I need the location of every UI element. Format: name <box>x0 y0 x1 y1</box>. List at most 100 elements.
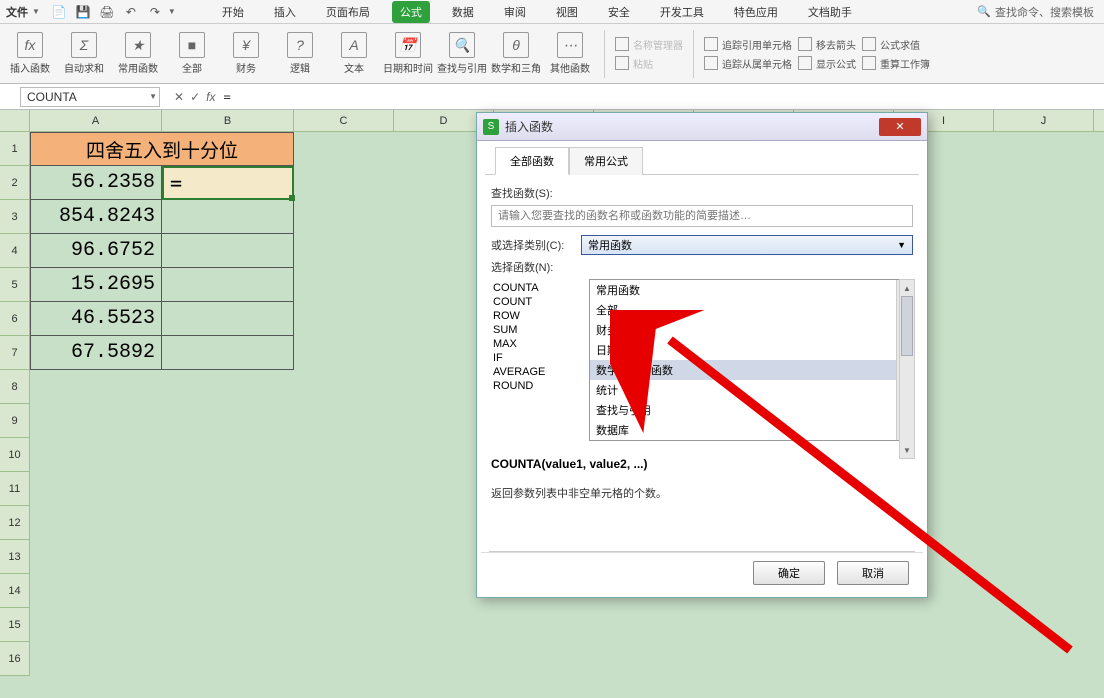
list-item[interactable]: ROW <box>491 309 581 323</box>
empty-row[interactable] <box>30 642 1104 676</box>
recent-functions-button[interactable]: ★常用函数 <box>114 26 162 82</box>
empty-row[interactable] <box>30 608 1104 642</box>
select-all-corner[interactable] <box>0 110 30 131</box>
row-header[interactable]: 6 <box>0 302 30 336</box>
new-doc-icon[interactable]: 📄 <box>51 4 67 20</box>
file-dropdown-icon[interactable]: ▼ <box>32 7 40 16</box>
list-item[interactable]: 查找与引用 <box>590 400 912 420</box>
cell-a2[interactable]: 56.2358 <box>30 166 162 200</box>
cell-a7[interactable]: 67.5892 <box>30 336 162 370</box>
tab-data[interactable]: 数据 <box>444 1 482 23</box>
autosum-button[interactable]: Σ自动求和 <box>60 26 108 82</box>
ok-button[interactable]: 确定 <box>753 561 825 585</box>
tab-security[interactable]: 安全 <box>600 1 638 23</box>
col-header-b[interactable]: B <box>162 110 294 131</box>
row-header[interactable]: 11 <box>0 472 30 506</box>
cell-b7[interactable] <box>162 336 294 370</box>
tab-formula[interactable]: 公式 <box>392 1 430 23</box>
dialog-titlebar[interactable]: S 插入函数 ✕ <box>477 113 927 141</box>
cell-a5[interactable]: 15.2695 <box>30 268 162 302</box>
more-functions-button[interactable]: ⋯其他函数 <box>546 26 594 82</box>
qat-dropdown-icon[interactable]: ▼ <box>168 7 176 16</box>
trace-dependents-button[interactable]: 追踪从属单元格 <box>704 56 792 71</box>
math-trig-button[interactable]: θ数学和三角 <box>492 26 540 82</box>
redo-icon[interactable]: ↷ <box>147 4 163 20</box>
tab-all-functions[interactable]: 全部函数 <box>495 147 569 175</box>
cell-b3[interactable] <box>162 200 294 234</box>
text-button[interactable]: A文本 <box>330 26 378 82</box>
row-header[interactable]: 3 <box>0 200 30 234</box>
list-item[interactable]: AVERAGE <box>491 365 581 379</box>
tab-dochelper[interactable]: 文档助手 <box>800 1 860 23</box>
list-item[interactable]: SUM <box>491 323 581 337</box>
undo-icon[interactable]: ↶ <box>123 4 139 20</box>
cancel-button[interactable]: 取消 <box>837 561 909 585</box>
function-list[interactable]: COUNTA COUNT ROW SUM MAX IF AVERAGE ROUN… <box>491 279 581 441</box>
enter-formula-icon[interactable]: ✓ <box>190 90 200 104</box>
formula-input[interactable]: = <box>223 90 230 104</box>
all-functions-button[interactable]: ■全部 <box>168 26 216 82</box>
list-item[interactable]: 统计 <box>590 380 912 400</box>
row-header[interactable]: 15 <box>0 608 30 642</box>
cell-b6[interactable] <box>162 302 294 336</box>
name-box-dropdown-icon[interactable]: ▼ <box>149 92 157 101</box>
recalc-button[interactable]: 重算工作簿 <box>862 56 930 71</box>
save-icon[interactable]: 💾 <box>75 4 91 20</box>
cell-b5[interactable] <box>162 268 294 302</box>
row-header[interactable]: 13 <box>0 540 30 574</box>
row-header[interactable]: 9 <box>0 404 30 438</box>
list-item[interactable]: 财务 <box>590 320 912 340</box>
row-header[interactable]: 12 <box>0 506 30 540</box>
logical-button[interactable]: ?逻辑 <box>276 26 324 82</box>
close-button[interactable]: ✕ <box>879 118 921 136</box>
scroll-thumb[interactable] <box>901 296 913 356</box>
trace-precedents-button[interactable]: 追踪引用单元格 <box>704 37 792 52</box>
col-header-c[interactable]: C <box>294 110 394 131</box>
list-item[interactable]: IF <box>491 351 581 365</box>
show-formulas-button[interactable]: 显示公式 <box>798 56 856 71</box>
list-item[interactable]: 日期与时间 <box>590 340 912 360</box>
cell-a4[interactable]: 96.6752 <box>30 234 162 268</box>
print-icon[interactable]: 🖨 <box>99 4 115 20</box>
category-combo[interactable]: 常用函数 ▼ <box>581 235 913 255</box>
row-header[interactable]: 7 <box>0 336 30 370</box>
file-menu[interactable]: 文件 <box>6 4 28 20</box>
lookup-button[interactable]: 🔍查找与引用 <box>438 26 486 82</box>
list-item[interactable]: COUNT <box>491 295 581 309</box>
fx-icon[interactable]: fx <box>206 90 215 104</box>
remove-arrows-button[interactable]: 移去箭头 <box>798 37 856 52</box>
cell-b2-active[interactable]: = <box>162 166 294 200</box>
tab-layout[interactable]: 页面布局 <box>318 1 378 23</box>
search-box[interactable]: 🔍 查找命令、搜索模板 <box>977 4 1094 20</box>
cell-a6[interactable]: 46.5523 <box>30 302 162 336</box>
list-item[interactable]: 全部 <box>590 300 912 320</box>
tab-insert[interactable]: 插入 <box>266 1 304 23</box>
scroll-down-icon[interactable]: ▼ <box>900 442 914 458</box>
row-header[interactable]: 2 <box>0 166 30 200</box>
cell-b4[interactable] <box>162 234 294 268</box>
row-header[interactable]: 10 <box>0 438 30 472</box>
row-header[interactable]: 1 <box>0 132 30 166</box>
category-dropdown-list[interactable]: 常用函数 全部 财务 日期与时间 数学与三角函数 统计 查找与引用 数据库 ▲▼ <box>589 279 913 441</box>
col-header-j[interactable]: J <box>994 110 1094 131</box>
datetime-button[interactable]: 📅日期和时间 <box>384 26 432 82</box>
row-header[interactable]: 4 <box>0 234 30 268</box>
scroll-up-icon[interactable]: ▲ <box>900 280 914 296</box>
list-item[interactable]: ROUND <box>491 379 581 393</box>
evaluate-formula-button[interactable]: 公式求值 <box>862 37 930 52</box>
list-item[interactable]: COUNTA <box>491 281 581 295</box>
row-header[interactable]: 14 <box>0 574 30 608</box>
financial-button[interactable]: ¥财务 <box>222 26 270 82</box>
tab-dev[interactable]: 开发工具 <box>652 1 712 23</box>
name-box[interactable]: COUNTA▼ <box>20 87 160 107</box>
row-header[interactable]: 16 <box>0 642 30 676</box>
function-list-scrollbar[interactable]: ▲ ▼ <box>899 279 915 459</box>
cancel-formula-icon[interactable]: ✕ <box>174 90 184 104</box>
list-item[interactable]: 常用函数 <box>590 280 912 300</box>
row-header[interactable]: 8 <box>0 370 30 404</box>
table-title[interactable]: 四舍五入到十分位 <box>30 132 294 166</box>
list-item-highlighted[interactable]: 数学与三角函数 <box>590 360 912 380</box>
search-function-input[interactable] <box>491 205 913 227</box>
list-item[interactable]: 数据库 <box>590 420 912 440</box>
tab-home[interactable]: 开始 <box>214 1 252 23</box>
